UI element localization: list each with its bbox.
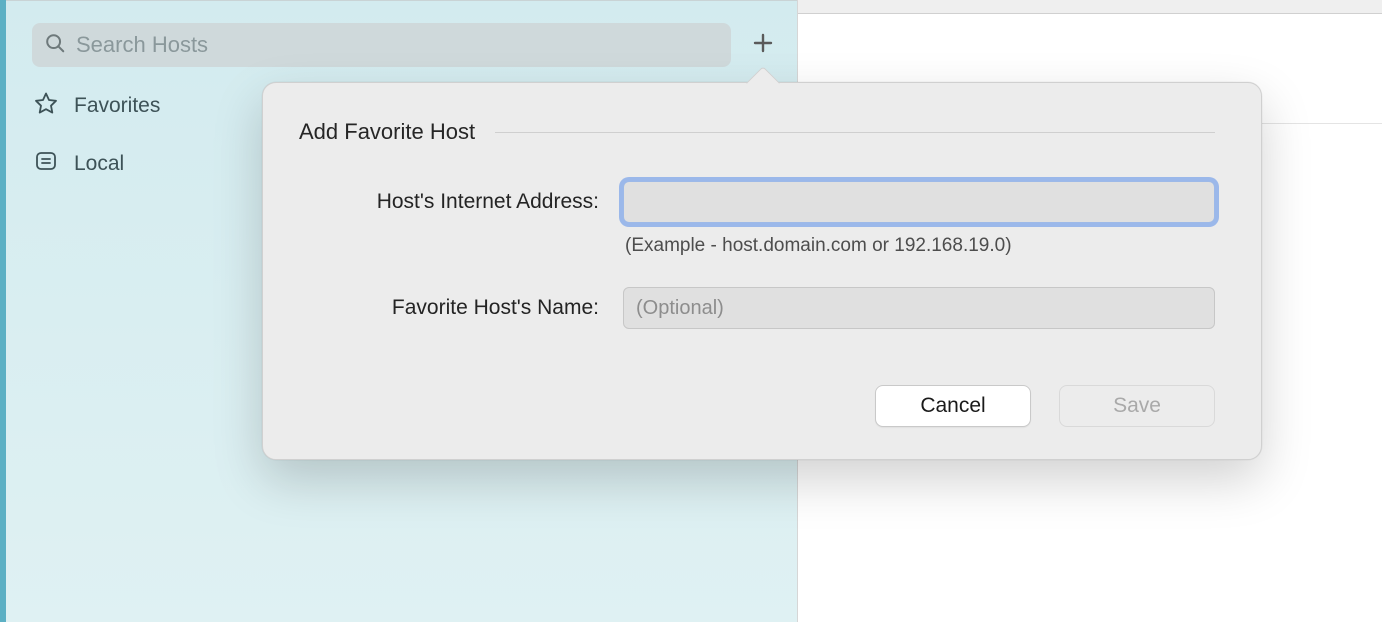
sidebar-item-label: Local — [74, 152, 124, 176]
cancel-button[interactable]: Cancel — [875, 385, 1031, 427]
popover-title: Add Favorite Host — [299, 119, 475, 145]
host-name-label: Favorite Host's Name: — [299, 296, 599, 320]
add-host-button[interactable] — [745, 27, 781, 63]
search-input[interactable] — [76, 32, 719, 58]
popover-title-separator — [495, 132, 1215, 133]
host-name-input[interactable] — [623, 287, 1215, 329]
app-window: Favorites Local Add Favorite Host — [0, 0, 1382, 622]
sidebar-toolbar — [6, 1, 797, 67]
search-icon — [44, 32, 66, 59]
add-host-form: Host's Internet Address: (Example - host… — [299, 181, 1215, 329]
plus-icon — [751, 31, 775, 60]
host-address-input[interactable] — [623, 181, 1215, 223]
add-favorite-host-popover: Add Favorite Host Host's Internet Addres… — [262, 82, 1262, 460]
popover-button-row: Cancel Save — [299, 385, 1215, 427]
local-panel-icon — [34, 149, 58, 179]
main-header-strip — [798, 0, 1382, 14]
star-icon — [34, 91, 58, 121]
popover-header: Add Favorite Host — [299, 119, 1215, 145]
save-button[interactable]: Save — [1059, 385, 1215, 427]
address-label: Host's Internet Address: — [299, 190, 599, 214]
sidebar-item-label: Favorites — [74, 94, 160, 118]
search-field-container[interactable] — [32, 23, 731, 67]
address-hint: (Example - host.domain.com or 192.168.19… — [623, 231, 1215, 279]
